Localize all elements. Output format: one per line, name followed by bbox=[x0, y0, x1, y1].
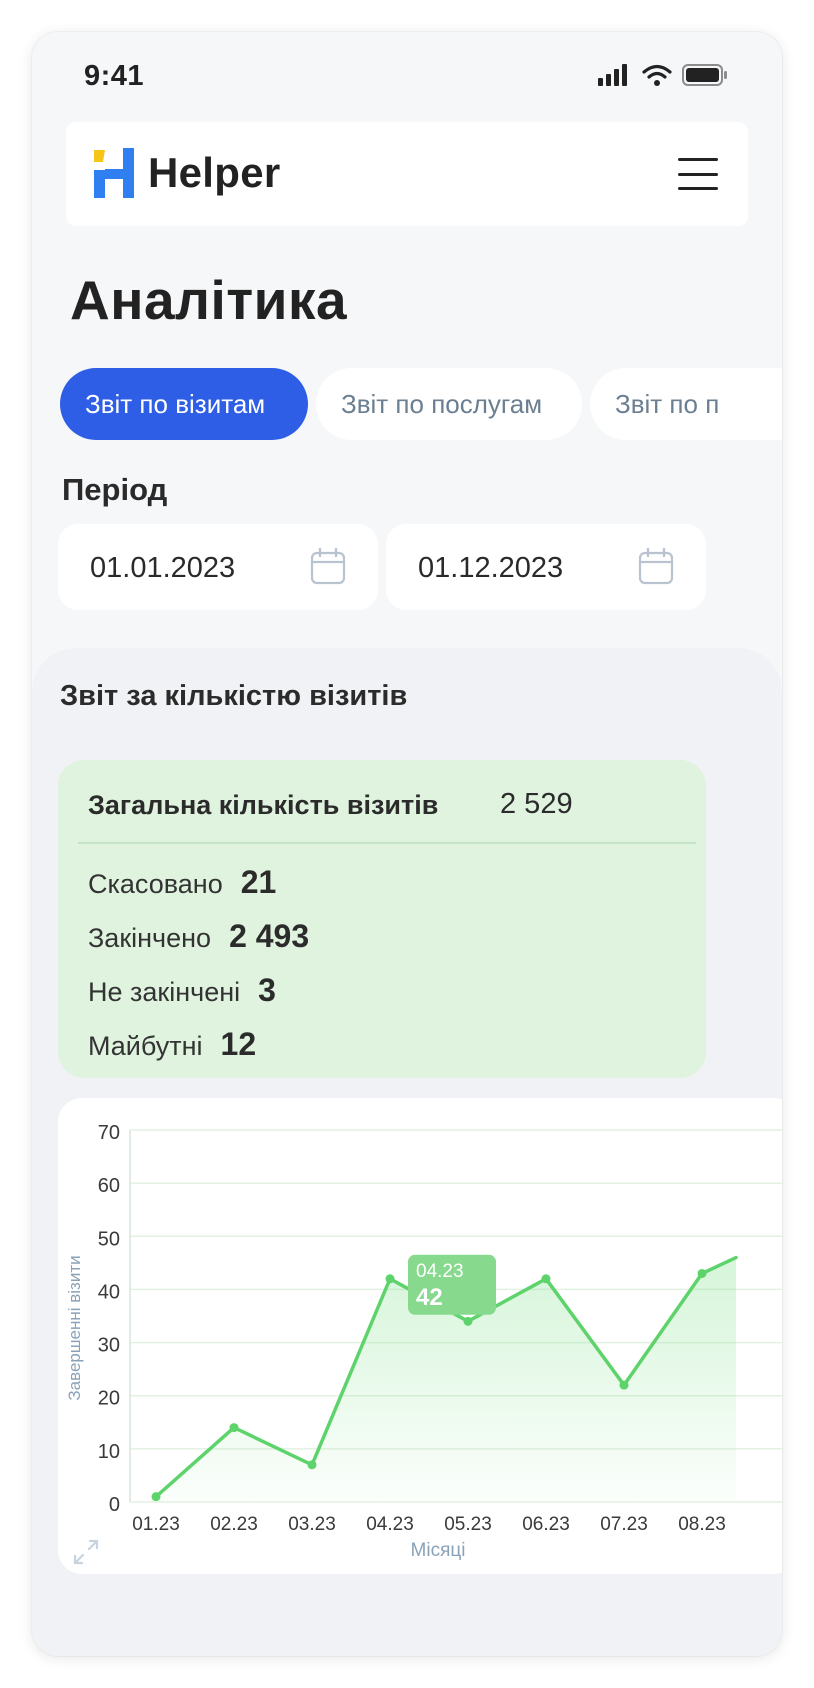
y-tick-label: 60 bbox=[98, 1175, 120, 1197]
menu-line bbox=[678, 172, 718, 176]
status-time: 9:41 bbox=[84, 60, 145, 92]
brand-logo[interactable]: Helper bbox=[94, 148, 281, 198]
x-axis-label: Місяці bbox=[411, 1540, 466, 1561]
app-header: Helper bbox=[66, 122, 748, 226]
menu-line bbox=[678, 187, 718, 190]
x-tick-label: 03.23 bbox=[288, 1514, 336, 1535]
stat-label: Закінчено bbox=[88, 923, 212, 953]
data-point bbox=[541, 1274, 551, 1284]
total-visits-label: Загальна кількість візитів bbox=[88, 790, 439, 820]
x-tick-label: 07.23 bbox=[600, 1514, 648, 1535]
data-point bbox=[151, 1492, 161, 1502]
wifi-icon bbox=[642, 64, 672, 86]
calendar-icon[interactable] bbox=[638, 547, 674, 585]
data-point bbox=[229, 1423, 239, 1433]
y-axis-label: Завершенні візити bbox=[65, 1255, 84, 1400]
y-tick-label: 70 bbox=[98, 1122, 120, 1144]
stat-value: 2 493 bbox=[229, 918, 310, 954]
tooltip-category: 04.23 bbox=[416, 1261, 464, 1282]
y-tick-label: 30 bbox=[98, 1335, 120, 1357]
visits-report-panel: Звіт за кількістю візитів Загальна кільк… bbox=[32, 648, 782, 1656]
report-title: Звіт за кількістю візитів bbox=[60, 680, 408, 712]
page-title: Аналітика bbox=[70, 269, 348, 331]
date-from-value: 01.01.2023 bbox=[90, 552, 236, 584]
date-to-value: 01.12.2023 bbox=[418, 552, 564, 584]
data-point bbox=[385, 1274, 395, 1284]
y-tick-label: 20 bbox=[98, 1388, 120, 1410]
brand-name: Helper bbox=[148, 149, 281, 196]
tab-visits-report[interactable]: Звіт по візитам bbox=[60, 368, 308, 440]
battery-icon bbox=[682, 64, 727, 86]
stat-label: Не закінчені bbox=[88, 977, 241, 1007]
stat-label: Скасовано bbox=[88, 869, 223, 899]
date-from-field[interactable]: 01.01.2023 bbox=[58, 524, 378, 610]
signal-icon bbox=[598, 64, 627, 86]
visits-chart-card: 0 10 20 30 40 50 60 70 01.23 02.23 03.23 04.23 05.23… bbox=[58, 1098, 782, 1574]
stat-label: Майбутні bbox=[88, 1031, 203, 1061]
x-tick-label: 05.23 bbox=[444, 1514, 492, 1535]
stat-row-upcoming: Майбутні 12 bbox=[88, 1026, 256, 1063]
stat-row-cancelled: Скасовано 21 bbox=[88, 864, 276, 901]
stat-row-completed: Закінчено 2 493 bbox=[88, 918, 309, 955]
data-point bbox=[307, 1460, 317, 1470]
y-tick-label: 10 bbox=[98, 1441, 120, 1463]
hamburger-menu-button[interactable] bbox=[678, 158, 718, 190]
tab-services-report[interactable]: Звіт по послугам bbox=[316, 368, 582, 440]
helper-logo-icon bbox=[94, 148, 134, 198]
stat-value: 3 bbox=[258, 972, 276, 1008]
x-tick-label: 04.23 bbox=[366, 1514, 414, 1535]
data-point bbox=[697, 1268, 707, 1278]
y-tick-label: 40 bbox=[98, 1281, 120, 1303]
phone-screen: 9:41 Helper Аналітика Звіт по візитам Зв… bbox=[32, 32, 782, 1656]
x-tick-label: 01.23 bbox=[132, 1514, 180, 1535]
data-point bbox=[619, 1380, 629, 1390]
y-tick-label: 50 bbox=[98, 1228, 120, 1250]
calendar-icon[interactable] bbox=[310, 547, 346, 585]
status-icons bbox=[598, 64, 728, 86]
stat-value: 12 bbox=[220, 1026, 257, 1062]
x-tick-label: 08.23 bbox=[678, 1514, 726, 1535]
total-visits-value: 2 529 bbox=[500, 788, 573, 820]
date-to-field[interactable]: 01.12.2023 bbox=[386, 524, 706, 610]
tooltip-value: 42 bbox=[416, 1284, 443, 1311]
period-label: Період bbox=[62, 472, 168, 507]
report-tabs: Звіт по візитам Звіт по послугам Звіт по… bbox=[60, 368, 782, 440]
stat-value: 21 bbox=[240, 864, 277, 900]
tab-third-report[interactable]: Звіт по п bbox=[590, 368, 782, 440]
status-bar: 9:41 bbox=[32, 32, 782, 112]
menu-line bbox=[678, 158, 718, 161]
y-tick-label: 0 bbox=[109, 1494, 120, 1516]
visits-stats-card: Загальна кількість візитів 2 529 Скасова… bbox=[58, 760, 706, 1078]
expand-icon[interactable] bbox=[72, 1538, 100, 1566]
x-tick-label: 02.23 bbox=[210, 1514, 258, 1535]
x-tick-label: 06.23 bbox=[522, 1514, 570, 1535]
stat-row-unfinished: Не закінчені 3 bbox=[88, 972, 276, 1009]
data-point bbox=[463, 1316, 473, 1326]
stats-divider bbox=[78, 842, 696, 844]
visits-line-chart[interactable]: 0 10 20 30 40 50 60 70 01.23 02.23 03.23 04.23 05.23… bbox=[58, 1098, 782, 1574]
